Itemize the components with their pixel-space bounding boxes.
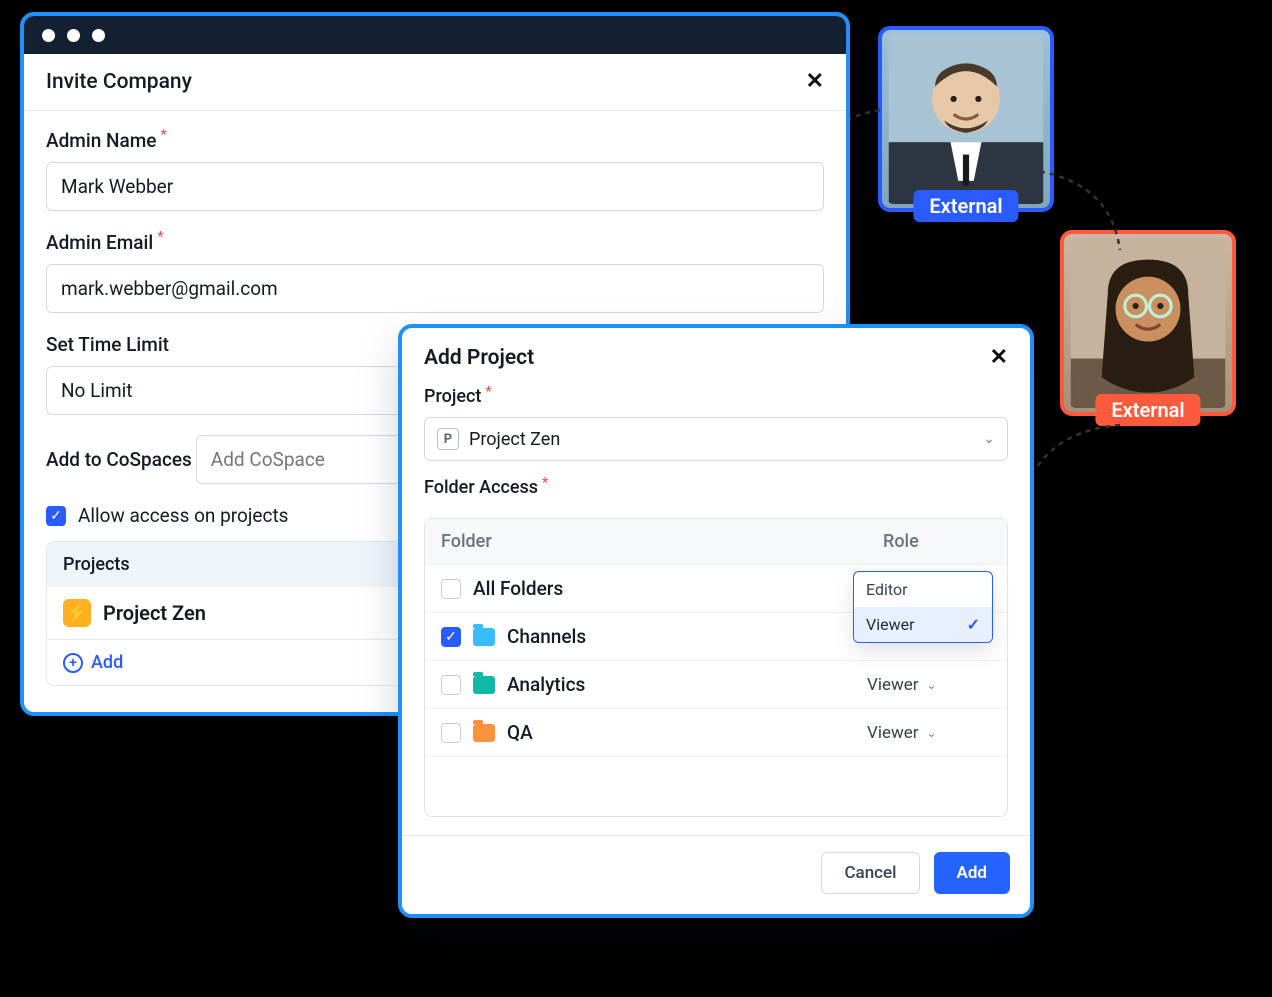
row-checkbox[interactable] bbox=[441, 675, 461, 695]
role-select[interactable]: Viewer⌄ bbox=[867, 663, 1007, 707]
empty-row bbox=[425, 756, 1007, 816]
modal-header: Add Project ✕ bbox=[402, 328, 1030, 378]
role-option-editor[interactable]: Editor bbox=[854, 572, 992, 607]
folder-access-table: Folder Role All Folders Viewer⌄ ✓ Channe… bbox=[424, 518, 1008, 817]
folder-access-label: Folder Access* bbox=[424, 477, 548, 498]
external-badge: External bbox=[913, 190, 1018, 222]
avatar bbox=[1068, 238, 1228, 408]
folder-icon bbox=[473, 628, 495, 646]
row-checkbox[interactable] bbox=[441, 723, 461, 743]
modal-header: Invite Company ✕ bbox=[24, 54, 846, 111]
window-titlebar bbox=[24, 16, 846, 54]
col-role: Role bbox=[867, 519, 1007, 564]
window-dot bbox=[42, 29, 55, 42]
admin-email-input[interactable] bbox=[46, 264, 824, 313]
role-dropdown: Editor Viewer✓ bbox=[853, 571, 993, 643]
project-label: Project* bbox=[424, 386, 492, 407]
folder-name: Channels bbox=[507, 625, 586, 648]
plus-circle-icon: + bbox=[63, 653, 83, 673]
folder-icon bbox=[473, 676, 495, 694]
checkbox-icon: ✓ bbox=[46, 506, 66, 526]
chevron-down-icon: ⌄ bbox=[983, 431, 995, 447]
close-icon[interactable]: ✕ bbox=[806, 71, 824, 93]
role-option-viewer[interactable]: Viewer✓ bbox=[854, 607, 992, 642]
modal-title: Invite Company bbox=[46, 70, 192, 94]
time-limit-label: Set Time Limit bbox=[46, 333, 169, 356]
chevron-down-icon: ⌄ bbox=[927, 726, 937, 740]
col-folder: Folder bbox=[425, 519, 867, 564]
lightning-icon: ⚡ bbox=[63, 599, 91, 627]
avatar bbox=[886, 34, 1046, 204]
cancel-button[interactable]: Cancel bbox=[821, 852, 919, 894]
admin-name-label: Admin Name* bbox=[46, 129, 167, 152]
folder-name: Analytics bbox=[507, 673, 585, 696]
add-project-modal: Add Project ✕ Project* P Project Zen ⌄ F… bbox=[398, 324, 1034, 918]
role-select[interactable]: Viewer⌄ bbox=[867, 711, 1007, 755]
external-user-card: External bbox=[1060, 230, 1236, 416]
table-row: QA Viewer⌄ bbox=[425, 708, 1007, 756]
modal-title: Add Project bbox=[424, 346, 534, 370]
table-row: Analytics Viewer⌄ bbox=[425, 660, 1007, 708]
project-select-value: Project Zen bbox=[469, 429, 560, 450]
table-header: Folder Role bbox=[425, 519, 1007, 564]
cospaces-label: Add to CoSpaces bbox=[46, 448, 192, 471]
add-button[interactable]: Add bbox=[934, 852, 1011, 894]
folder-name: QA bbox=[507, 721, 533, 744]
row-checkbox[interactable]: ✓ bbox=[441, 627, 461, 647]
modal-footer: Cancel Add bbox=[402, 835, 1030, 914]
add-label: Add bbox=[91, 652, 123, 673]
row-checkbox[interactable] bbox=[441, 579, 461, 599]
admin-email-label: Admin Email* bbox=[46, 231, 163, 254]
close-icon[interactable]: ✕ bbox=[990, 347, 1008, 369]
project-item-label: Project Zen bbox=[103, 601, 206, 625]
project-badge-icon: P bbox=[437, 428, 459, 450]
window-dot bbox=[92, 29, 105, 42]
check-icon: ✓ bbox=[967, 615, 980, 634]
connector-arrow bbox=[1030, 420, 1130, 480]
folder-name: All Folders bbox=[473, 577, 563, 600]
external-user-card: External bbox=[878, 26, 1054, 212]
chevron-down-icon: ⌄ bbox=[927, 678, 937, 692]
window-dot bbox=[67, 29, 80, 42]
admin-name-input[interactable] bbox=[46, 162, 824, 211]
allow-projects-label: Allow access on projects bbox=[78, 504, 288, 527]
folder-icon bbox=[473, 724, 495, 742]
project-select[interactable]: P Project Zen ⌄ bbox=[424, 417, 1008, 461]
external-badge: External bbox=[1095, 394, 1200, 426]
